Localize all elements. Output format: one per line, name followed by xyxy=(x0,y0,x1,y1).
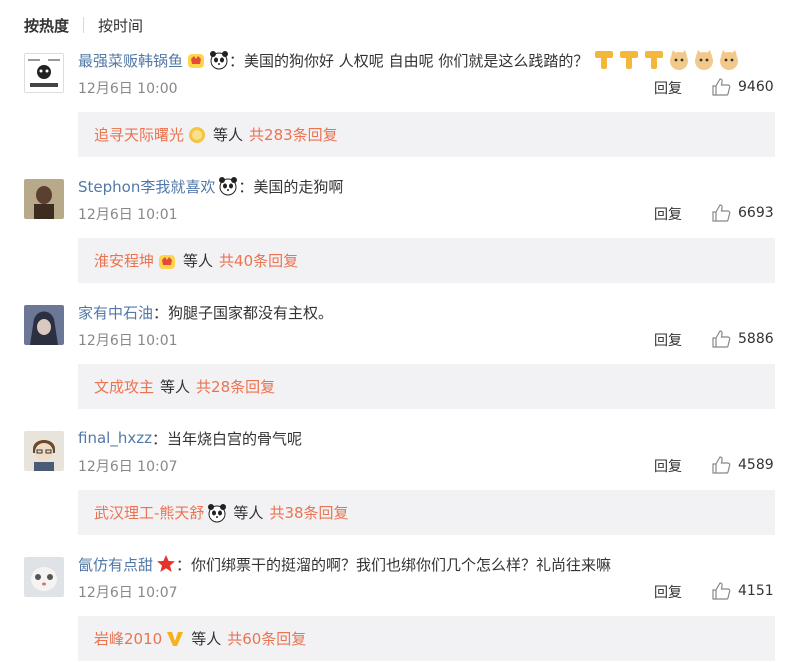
avatar[interactable] xyxy=(24,305,64,345)
comment-text: 狗腿子国家都没有主权。 xyxy=(168,303,334,322)
comment-time: 12月6日 10:07 xyxy=(78,585,178,601)
tab-divider xyxy=(83,17,85,33)
colon: ： xyxy=(153,303,169,322)
like-count: 6693 xyxy=(738,205,774,221)
comment-username[interactable]: 最强菜贩韩锅鱼 xyxy=(78,50,183,71)
comment-content: Stephon李我就喜欢 ： 美国的走狗啊 xyxy=(78,174,343,198)
avatar[interactable] xyxy=(24,431,64,471)
medal-badge-icon xyxy=(189,126,206,143)
like-button[interactable]: 5886 xyxy=(712,329,774,349)
comment-username[interactable]: 氤仿有点甜 xyxy=(78,554,153,575)
comment-text: 你们绑票干的挺溜的啊？我们也绑你们几个怎么样？礼尚往来嘛 xyxy=(191,555,612,574)
avatar[interactable] xyxy=(24,179,64,219)
comment-content: 最强菜贩韩锅鱼 ： 美国的狗你好 人权呢 自由呢 你们就是这么践踏的？ xyxy=(78,48,741,72)
sub-reply-total[interactable]: 共283条回复 xyxy=(249,124,338,145)
sub-replies-summary[interactable]: 岩峰2010 等人 共60条回复 xyxy=(78,616,775,661)
reply-button[interactable]: 回复 xyxy=(654,204,682,224)
reply-button[interactable]: 回复 xyxy=(654,582,682,602)
panda-icon xyxy=(219,177,238,196)
comment-content: 家有中石油 ： 狗腿子国家都没有主权。 xyxy=(78,300,333,324)
sort-tabs: 按热度 按时间 xyxy=(24,13,143,37)
sub-reply-username[interactable]: 武汉理工-熊天舒 xyxy=(94,502,204,523)
comment-time: 12月6日 10:00 xyxy=(78,81,178,97)
sub-reply-total[interactable]: 共28条回复 xyxy=(196,376,275,397)
sub-replies-summary[interactable]: 文成攻主 等人 共28条回复 xyxy=(78,364,775,409)
reply-button[interactable]: 回复 xyxy=(654,78,682,98)
sub-replies-summary[interactable]: 淮安程坤 等人 共40条回复 xyxy=(78,238,775,283)
comment-time: 12月6日 10:07 xyxy=(78,459,178,475)
avatar[interactable] xyxy=(24,53,64,93)
like-button[interactable]: 9460 xyxy=(712,77,774,97)
thumbs-down-emoji-icon xyxy=(595,51,614,69)
reply-button[interactable]: 回复 xyxy=(654,330,682,350)
like-count: 9460 xyxy=(738,79,774,95)
sub-reply-etc: 等人 xyxy=(213,126,244,144)
comment-time: 12月6日 10:01 xyxy=(78,207,178,223)
sub-reply-total[interactable]: 共40条回复 xyxy=(219,250,298,271)
like-button[interactable]: 6693 xyxy=(712,203,774,223)
sub-reply-username[interactable]: 岩峰2010 xyxy=(94,628,162,649)
sub-replies-summary[interactable]: 追寻天际曙光 等人 共283条回复 xyxy=(78,112,775,157)
like-count: 5886 xyxy=(738,331,774,347)
comment-text: 当年烧白宫的骨气呢 xyxy=(166,429,302,448)
sub-reply-etc: 等人 xyxy=(183,252,214,270)
sub-reply-total[interactable]: 共60条回复 xyxy=(227,628,306,649)
comment-text: 美国的走狗啊 xyxy=(253,177,344,196)
thumbs-up-icon xyxy=(712,78,731,96)
crown-badge-icon xyxy=(188,54,205,68)
comment-content: 氤仿有点甜 ： 你们绑票干的挺溜的啊？我们也绑你们几个怎么样？礼尚往来嘛 xyxy=(78,552,611,576)
like-button[interactable]: 4589 xyxy=(712,455,774,475)
like-button[interactable]: 4151 xyxy=(712,581,774,601)
panda-icon xyxy=(210,51,229,70)
thumbs-up-icon xyxy=(712,330,731,348)
thumbs-up-icon xyxy=(712,204,731,222)
cat-face-emoji-icon xyxy=(695,50,714,70)
colon: ： xyxy=(238,177,254,196)
sub-replies-summary[interactable]: 武汉理工-熊天舒 等人 共38条回复 xyxy=(78,490,775,535)
sub-reply-etc: 等人 xyxy=(191,630,222,648)
thumbs-down-emoji-icon xyxy=(645,51,664,69)
sub-reply-username[interactable]: 文成攻主 xyxy=(94,376,154,397)
comment-username[interactable]: Stephon李我就喜欢 xyxy=(78,176,215,197)
comment-content: final_hxzz ： 当年烧白宫的骨气呢 xyxy=(78,426,302,450)
reply-button[interactable]: 回复 xyxy=(654,456,682,476)
colon: ： xyxy=(229,51,245,70)
sub-reply-total[interactable]: 共38条回复 xyxy=(269,502,348,523)
crown-badge-icon xyxy=(159,254,176,269)
thumbs-up-icon xyxy=(712,582,731,600)
sub-reply-username[interactable]: 追寻天际曙光 xyxy=(94,124,184,145)
colon: ： xyxy=(176,555,192,574)
cat-face-emoji-icon xyxy=(670,50,689,70)
colon: ： xyxy=(151,429,167,448)
avatar[interactable] xyxy=(24,557,64,597)
panda-icon xyxy=(208,503,227,522)
comment-username[interactable]: 家有中石油 xyxy=(78,302,153,323)
thumbs-down-emoji-icon xyxy=(620,51,639,69)
tab-sort-by-hot[interactable]: 按热度 xyxy=(24,15,69,36)
sub-reply-etc: 等人 xyxy=(160,378,191,396)
tab-sort-by-time[interactable]: 按时间 xyxy=(98,15,143,36)
star-badge-icon xyxy=(157,555,176,572)
sub-reply-etc: 等人 xyxy=(233,504,264,522)
like-count: 4589 xyxy=(738,457,774,473)
comment-text: 美国的狗你好 人权呢 自由呢 你们就是这么践踏的？ xyxy=(244,51,589,70)
cat-face-emoji-icon xyxy=(720,50,739,70)
comment-time: 12月6日 10:01 xyxy=(78,333,178,349)
comment-username[interactable]: final_hxzz xyxy=(78,429,152,447)
vip-v-badge-icon xyxy=(167,631,184,646)
sub-reply-username[interactable]: 淮安程坤 xyxy=(94,250,154,271)
like-count: 4151 xyxy=(738,583,774,599)
thumbs-up-icon xyxy=(712,456,731,474)
